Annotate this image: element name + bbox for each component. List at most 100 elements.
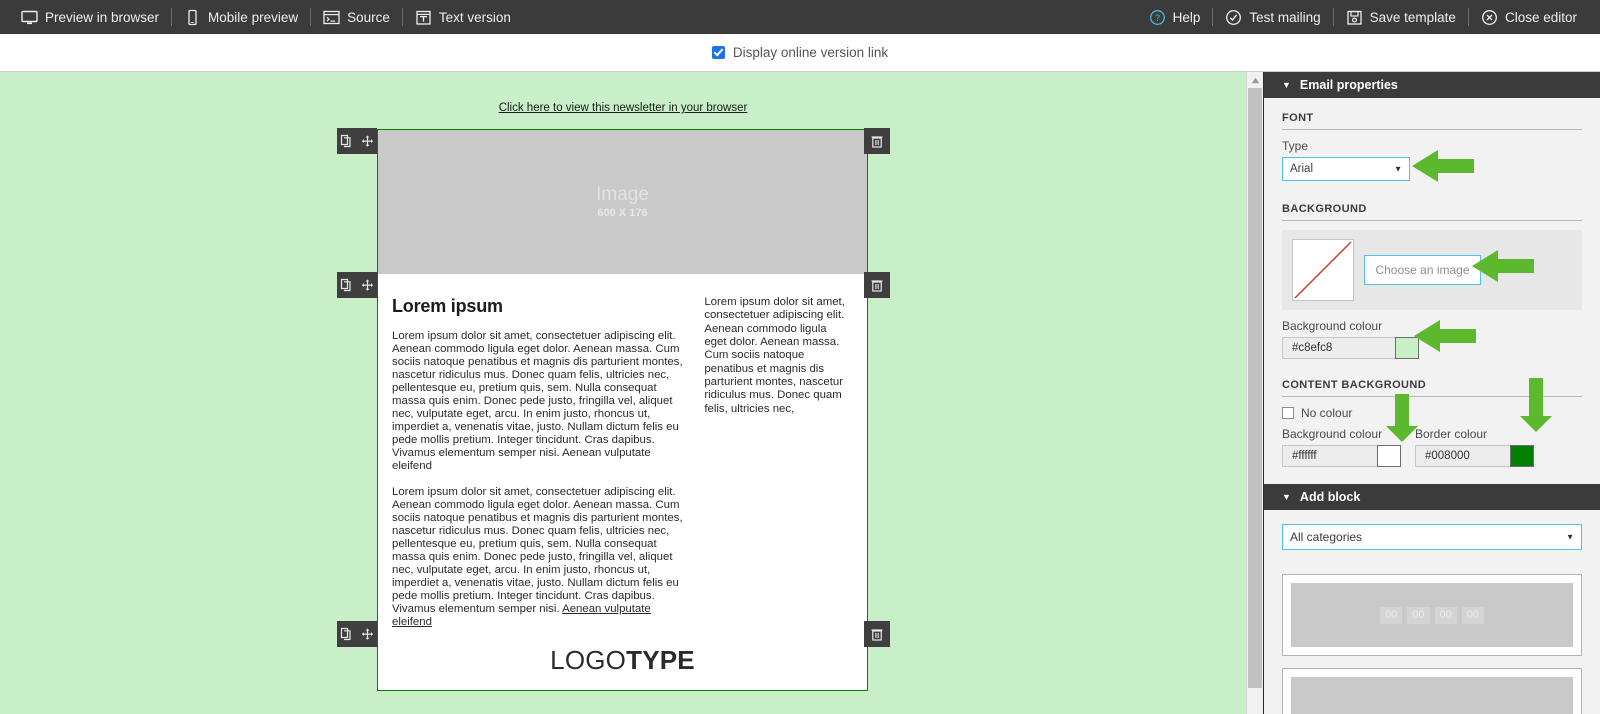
content-background-colour-label: Background colour bbox=[1282, 427, 1401, 441]
text-version-label: Text version bbox=[439, 10, 511, 25]
close-editor-button[interactable]: Close editor bbox=[1472, 0, 1586, 34]
source-button[interactable]: Source bbox=[314, 0, 399, 34]
toolbar-divider bbox=[1333, 8, 1334, 26]
image-placeholder-block[interactable]: Image 600 X 176 bbox=[378, 130, 867, 274]
content-background-colour-input[interactable]: #ffffff bbox=[1282, 445, 1377, 467]
properties-panel: ▼ Email properties FONT Type Arial ▼ BAC… bbox=[1263, 72, 1600, 714]
content-border-colour-swatch[interactable] bbox=[1510, 445, 1534, 467]
source-label: Source bbox=[347, 10, 390, 25]
block-placeholder-value: 00 bbox=[1380, 607, 1402, 624]
content-border-colour-input[interactable]: #008000 bbox=[1415, 445, 1510, 467]
preview-in-browser-button[interactable]: Preview in browser bbox=[12, 0, 168, 34]
content-background-group-title: CONTENT BACKGROUND bbox=[1282, 379, 1582, 397]
no-colour-label: No colour bbox=[1301, 406, 1352, 420]
font-group-title: FONT bbox=[1282, 112, 1582, 130]
block-handle-left-image[interactable] bbox=[337, 128, 377, 154]
content-background-colour-swatch[interactable] bbox=[1377, 445, 1401, 467]
view-newsletter-in-browser-link[interactable]: Click here to view this newsletter in yo… bbox=[0, 102, 1246, 114]
move-icon bbox=[361, 628, 374, 641]
block-handle-left-logo[interactable] bbox=[337, 621, 377, 647]
font-type-label: Type bbox=[1282, 139, 1582, 153]
font-type-select[interactable]: Arial ▼ bbox=[1282, 157, 1410, 181]
no-colour-checkbox[interactable] bbox=[1282, 407, 1294, 419]
chevron-down-icon: ▼ bbox=[1282, 493, 1291, 502]
block-category-select[interactable]: All categories ▼ bbox=[1282, 524, 1582, 550]
background-image-chooser: Choose an image bbox=[1282, 230, 1582, 310]
block-thumbnail-1[interactable]: 00 00 00 00 bbox=[1282, 574, 1582, 656]
toolbar-right-group: ? Help Test mailing Save template Close … bbox=[1140, 0, 1600, 34]
add-block-body: All categories ▼ 00 00 00 00 bbox=[1264, 510, 1600, 714]
scroll-up-arrow-icon[interactable] bbox=[1247, 72, 1263, 88]
save-template-label: Save template bbox=[1370, 10, 1456, 25]
test-mailing-label: Test mailing bbox=[1249, 10, 1320, 25]
preview-in-browser-label: Preview in browser bbox=[45, 10, 159, 25]
sidebar-paragraph: Lorem ipsum dolor sit amet, consectetuer… bbox=[704, 296, 851, 416]
toolbar-divider bbox=[310, 8, 311, 26]
block-handle-right-logo[interactable] bbox=[864, 621, 890, 647]
logotype-bold-part: TYPE bbox=[626, 645, 695, 675]
font-type-value: Arial bbox=[1290, 163, 1313, 175]
block-thumbnail-2-preview bbox=[1291, 677, 1573, 714]
right-text-column: Lorem ipsum dolor sit amet, consectetuer… bbox=[704, 296, 851, 641]
content-colour-fields: Background colour #ffffff Border colour … bbox=[1282, 427, 1582, 467]
toolbar-divider bbox=[1212, 8, 1213, 26]
display-online-version-bar: Display online version link bbox=[0, 34, 1600, 72]
block-handle-right-image[interactable] bbox=[864, 128, 890, 154]
duplicate-icon bbox=[340, 278, 353, 292]
mobile-icon bbox=[184, 9, 201, 26]
email-properties-section-header[interactable]: ▼ Email properties bbox=[1264, 72, 1600, 98]
background-colour-swatch[interactable] bbox=[1395, 337, 1419, 359]
block-category-value: All categories bbox=[1290, 530, 1362, 544]
mobile-preview-button[interactable]: Mobile preview bbox=[175, 0, 307, 34]
close-editor-label: Close editor bbox=[1505, 10, 1577, 25]
logotype-block[interactable]: LOGOTYPE bbox=[378, 645, 867, 676]
scrollbar-thumb[interactable] bbox=[1248, 88, 1262, 688]
block-placeholder-value: 00 bbox=[1462, 607, 1484, 624]
background-colour-input[interactable]: #c8efc8 bbox=[1282, 337, 1395, 359]
block-handle-right-text[interactable] bbox=[864, 272, 890, 298]
duplicate-icon bbox=[340, 627, 353, 641]
background-image-thumbnail[interactable] bbox=[1292, 239, 1354, 301]
add-block-section-header[interactable]: ▼ Add block bbox=[1264, 484, 1600, 510]
no-colour-control[interactable]: No colour bbox=[1282, 406, 1582, 420]
article-paragraph-1: Lorem ipsum dolor sit amet, consectetuer… bbox=[392, 330, 684, 474]
email-content-container[interactable]: Image 600 X 176 Lorem ipsum Lorem ipsum … bbox=[377, 129, 868, 691]
move-icon bbox=[361, 279, 374, 292]
logotype-light-part: LOGO bbox=[550, 645, 626, 675]
canvas-vertical-scrollbar[interactable] bbox=[1246, 72, 1263, 714]
block-handle-left-text[interactable] bbox=[337, 272, 377, 298]
chevron-down-icon: ▼ bbox=[1282, 81, 1291, 90]
choose-an-image-button[interactable]: Choose an image bbox=[1364, 255, 1481, 285]
text-version-icon bbox=[415, 9, 432, 26]
trash-icon bbox=[871, 279, 883, 292]
text-version-button[interactable]: Text version bbox=[406, 0, 520, 34]
block-placeholder-value: 00 bbox=[1407, 607, 1429, 624]
display-online-version-checkbox[interactable] bbox=[712, 46, 725, 59]
content-border-colour-row: #008000 bbox=[1415, 445, 1534, 467]
help-button[interactable]: ? Help bbox=[1140, 0, 1210, 34]
left-text-column: Lorem ipsum Lorem ipsum dolor sit amet, … bbox=[392, 296, 684, 641]
monitor-icon bbox=[21, 9, 38, 26]
content-background-colour-field: Background colour #ffffff bbox=[1282, 427, 1401, 467]
add-block-title: Add block bbox=[1300, 490, 1360, 504]
article-paragraph-2-text: Lorem ipsum dolor sit amet, consectetuer… bbox=[392, 486, 683, 615]
test-mailing-button[interactable]: Test mailing bbox=[1216, 0, 1329, 34]
two-column-text-block[interactable]: Lorem ipsum Lorem ipsum dolor sit amet, … bbox=[378, 274, 867, 641]
article-paragraph-2: Lorem ipsum dolor sit amet, consectetuer… bbox=[392, 486, 684, 630]
trash-icon bbox=[871, 135, 883, 148]
toolbar-left-group: Preview in browser Mobile preview Source… bbox=[0, 0, 520, 34]
chevron-down-icon: ▼ bbox=[1566, 533, 1574, 542]
save-disk-icon bbox=[1346, 9, 1363, 26]
save-template-button[interactable]: Save template bbox=[1337, 0, 1465, 34]
move-icon bbox=[361, 135, 374, 148]
display-online-version-control[interactable]: Display online version link bbox=[712, 45, 888, 60]
email-properties-body: FONT Type Arial ▼ BACKGROUND Choose an i… bbox=[1264, 98, 1600, 467]
check-circle-icon bbox=[1225, 9, 1242, 26]
email-canvas[interactable]: Click here to view this newsletter in yo… bbox=[0, 72, 1246, 714]
duplicate-icon bbox=[340, 134, 353, 148]
background-colour-label: Background colour bbox=[1282, 319, 1582, 333]
choose-an-image-label: Choose an image bbox=[1375, 263, 1469, 277]
content-border-colour-label: Border colour bbox=[1415, 427, 1534, 441]
display-online-version-label: Display online version link bbox=[733, 45, 888, 60]
block-thumbnail-2[interactable] bbox=[1282, 668, 1582, 714]
